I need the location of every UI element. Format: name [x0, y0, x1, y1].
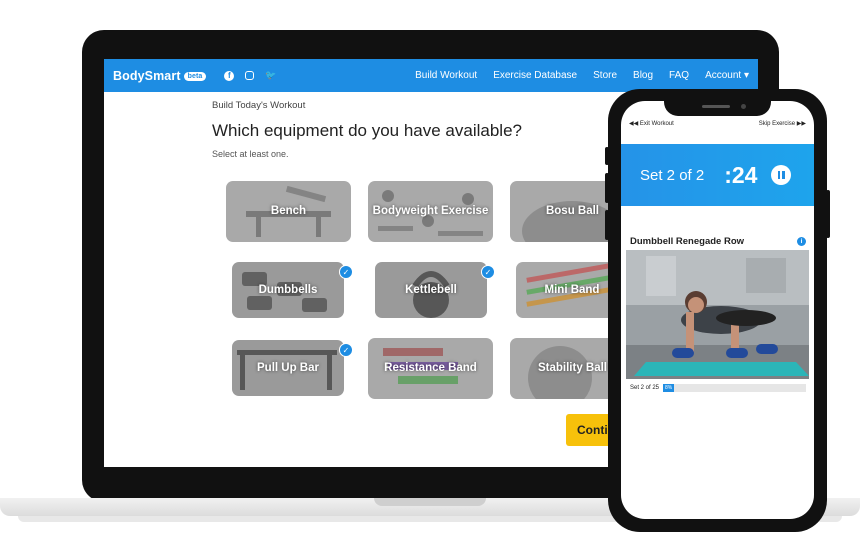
equipment-tile-pull-up-bar[interactable]: Pull Up Bar [232, 340, 344, 396]
pause-icon[interactable] [771, 165, 792, 185]
tile-label: Pull Up Bar [257, 361, 319, 374]
brand-name: BodySmart [113, 68, 181, 83]
info-icon[interactable]: i [797, 237, 806, 246]
progress-fill: 8% [663, 384, 675, 392]
equipment-tile-bench[interactable]: Bench [226, 181, 351, 242]
device-mockup: BodySmart beta f 🐦 Build Workout Exercise… [0, 0, 860, 545]
tile-label: Stability Ball [537, 362, 608, 374]
twitter-icon[interactable]: 🐦 [265, 70, 276, 81]
nav-links: Build Workout Exercise Database Store Bl… [415, 70, 749, 81]
nav-exercise-database[interactable]: Exercise Database [493, 70, 577, 81]
brand-logo[interactable]: BodySmart beta [113, 68, 207, 83]
nav-store[interactable]: Store [593, 70, 617, 81]
timer-bar: Set 2 of 2 :24 [621, 144, 814, 206]
facebook-icon[interactable]: f [224, 70, 235, 81]
equipment-tile-bodyweight[interactable]: Bodyweight Exercise [368, 181, 493, 242]
equipment-tile-kettlebell[interactable]: Kettlebell [375, 262, 487, 318]
equipment-tile-resistance-band[interactable]: Resistance Band [368, 338, 493, 399]
page-title: Which equipment do you have available? [212, 121, 522, 140]
navbar: BodySmart beta f 🐦 Build Workout Exercise… [104, 59, 758, 92]
nav-blog[interactable]: Blog [633, 70, 653, 81]
instagram-icon[interactable] [245, 71, 255, 80]
nav-build-workout[interactable]: Build Workout [415, 70, 477, 81]
tile-label: Bosu Ball [545, 205, 600, 217]
equipment-tile-dumbbells[interactable]: Dumbbells [232, 262, 344, 318]
nav-faq[interactable]: FAQ [669, 70, 689, 81]
breadcrumb: Build Today's Workout [212, 100, 306, 111]
laptop-notch [374, 498, 486, 506]
exercise-photo [626, 250, 809, 379]
phone-camera [741, 104, 746, 109]
skip-exercise-link[interactable]: Skip Exercise ▶▶ [759, 120, 806, 127]
tile-label: Kettlebell [405, 283, 457, 296]
selected-check-icon: ✓ [339, 265, 353, 279]
tile-label: Mini Band [544, 283, 600, 296]
tile-label: Resistance Band [384, 362, 477, 374]
nav-account-dropdown[interactable]: Account ▾ [705, 70, 749, 81]
tile-label: Dumbbells [258, 283, 318, 296]
selected-check-icon: ✓ [481, 265, 495, 279]
beta-badge: beta [183, 71, 207, 81]
progress-bar: 8% [663, 384, 806, 392]
exit-workout-link[interactable]: ◀◀ Exit Workout [629, 120, 674, 127]
social-links: f 🐦 [224, 70, 277, 81]
countdown-timer: :24 [724, 161, 758, 188]
tile-label: Bodyweight Exercise [372, 205, 489, 217]
set-counter: Set 2 of 2 [640, 166, 705, 184]
phone-screen: ◀◀ Exit Workout Skip Exercise ▶▶ Set 2 o… [621, 101, 814, 519]
phone-speaker [702, 105, 730, 108]
progress-label: Set 2 of 25 [630, 385, 660, 391]
exercise-title: Dumbbell Renegade Row [630, 236, 745, 247]
tile-label: Bench [270, 205, 307, 217]
selected-check-icon: ✓ [339, 343, 353, 357]
selection-hint: Select at least one. [212, 149, 289, 159]
